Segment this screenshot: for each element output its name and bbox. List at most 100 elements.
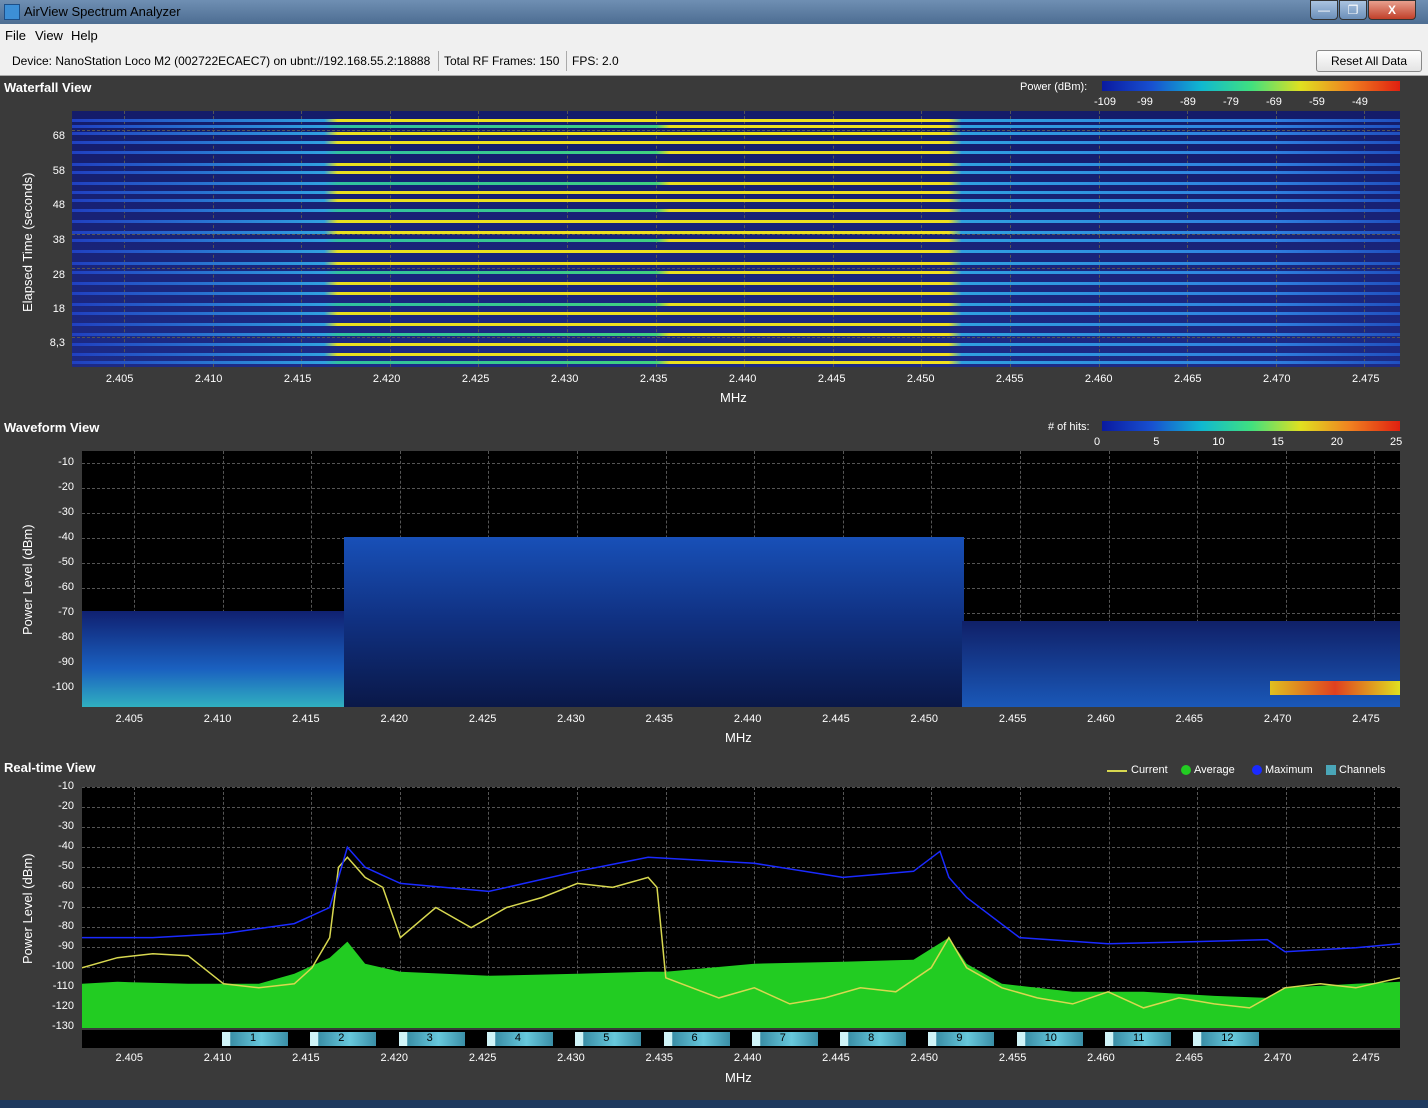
waterfall-band (72, 231, 1400, 234)
channel-block: 12 (1193, 1032, 1260, 1046)
y-tick-label: -30 (58, 506, 74, 518)
x-tick-label: 2.460 (1084, 373, 1113, 385)
x-tick-label: 2.425 (468, 1052, 497, 1064)
window-title: AirView Spectrum Analyzer (24, 4, 181, 19)
y-tick-label: 58 (52, 165, 65, 177)
waterfall-band (72, 312, 1400, 315)
channel-label: 1 (250, 1032, 257, 1044)
channel-block: 8 (840, 1032, 907, 1046)
x-tick-label: 2.450 (906, 373, 935, 385)
waterfall-plot[interactable] (72, 111, 1400, 367)
waveform-title: Waveform View (4, 420, 100, 435)
y-tick-label: 38 (52, 234, 65, 246)
y-tick-label: -40 (58, 840, 74, 852)
hits-scale-bar (1102, 421, 1400, 431)
window-titlebar: AirView Spectrum Analyzer — ❐ X (0, 0, 1428, 24)
menu-view[interactable]: View (35, 28, 63, 43)
close-button[interactable]: X (1368, 0, 1416, 20)
legend-label: Current (1131, 764, 1168, 776)
separator (438, 51, 439, 71)
waterfall-title: Waterfall View (4, 80, 92, 95)
x-tick-label: 2.445 (822, 1052, 850, 1064)
waterfall-band (72, 125, 1400, 128)
grid-line (82, 488, 1400, 489)
x-tick-label: 2.475 (1352, 713, 1380, 725)
channel-label: 6 (691, 1032, 698, 1044)
power-legend-title: Power (dBm): (1020, 81, 1088, 93)
y-tick-label: 28 (52, 269, 65, 281)
x-tick-label: 2.425 (468, 713, 497, 725)
waterfall-band (72, 151, 1400, 154)
y-tick-label: -50 (58, 556, 74, 568)
x-tick-label: 2.445 (817, 373, 846, 385)
realtime-plot[interactable] (82, 787, 1400, 1028)
waveform-x-title: MHz (725, 730, 752, 745)
fps-label: FPS: 2.0 (572, 54, 619, 68)
x-tick-label: 2.405 (115, 713, 143, 725)
waterfall-band (72, 141, 1400, 144)
y-tick-label: -50 (58, 860, 74, 872)
legend-tick: -89 (1180, 96, 1196, 108)
x-tick-label: 2.450 (910, 1052, 939, 1064)
x-tick-label: 2.435 (645, 1052, 674, 1064)
x-tick-label: 2.470 (1263, 1052, 1292, 1064)
channel-strip: 1 2 3 4 5 6 7 8 9 10 11 12 (82, 1030, 1400, 1048)
x-tick-label: 2.410 (203, 1052, 232, 1064)
x-tick-label: 2.415 (283, 373, 312, 385)
channel-label: 5 (603, 1032, 610, 1044)
y-tick-label: -20 (58, 481, 74, 493)
legend-tick: 15 (1271, 436, 1284, 448)
device-info-bar: Device: NanoStation Loco M2 (002722ECAEC… (0, 46, 1428, 76)
y-tick-label: -70 (58, 900, 74, 912)
waterfall-band (72, 220, 1400, 223)
channel-block: 5 (575, 1032, 642, 1046)
x-tick-label: 2.430 (557, 713, 585, 725)
waterfall-band (72, 119, 1400, 122)
channel-block: 4 (486, 1032, 553, 1046)
waterfall-band (72, 209, 1400, 212)
waterfall-band (72, 199, 1400, 202)
channel-block: 2 (310, 1032, 377, 1046)
x-tick-label: 2.455 (995, 373, 1024, 385)
y-tick-label: -30 (58, 820, 74, 832)
waterfall-band (72, 250, 1400, 253)
channel-block: 6 (663, 1032, 730, 1046)
maximize-button[interactable]: ❐ (1339, 0, 1367, 20)
x-tick-label: 2.425 (461, 373, 490, 385)
x-tick-label: 2.420 (372, 373, 401, 385)
x-tick-label: 2.410 (203, 713, 232, 725)
waterfall-band (72, 292, 1400, 295)
x-tick-label: 2.475 (1352, 1052, 1380, 1064)
y-tick-label: 8,3 (49, 337, 65, 349)
minimize-button[interactable]: — (1310, 0, 1338, 20)
legend-tick: -69 (1266, 96, 1282, 108)
x-tick-label: 2.410 (194, 373, 223, 385)
x-tick-label: 2.440 (733, 713, 762, 725)
menu-help[interactable]: Help (71, 28, 98, 43)
waterfall-band (72, 271, 1400, 274)
channel-label: 2 (338, 1032, 345, 1044)
realtime-y-title: Power Level (dBm) (20, 853, 35, 964)
grid-line (82, 513, 1400, 514)
x-tick-label: 2.470 (1263, 713, 1292, 725)
channel-label: 8 (868, 1032, 875, 1044)
waveform-heat (344, 537, 964, 707)
y-tick-label: -120 (51, 1000, 74, 1012)
waveform-plot[interactable] (82, 451, 1400, 707)
x-tick-label: 2.455 (998, 1052, 1027, 1064)
x-tick-label: 2.420 (380, 713, 408, 725)
app-icon (4, 4, 20, 20)
realtime-svg (82, 845, 1400, 1028)
x-tick-label: 2.420 (380, 1052, 408, 1064)
frames-label: Total RF Frames: 150 (444, 54, 560, 68)
reset-all-data-button[interactable]: Reset All Data (1316, 50, 1422, 72)
legend-tick: -59 (1309, 96, 1325, 108)
y-tick-label: 48 (52, 199, 65, 211)
waterfall-band (72, 171, 1400, 174)
x-tick-label: 2.465 (1175, 713, 1204, 725)
y-tick-label: 18 (52, 303, 65, 315)
waveform-heat (82, 611, 347, 707)
menu-file[interactable]: File (5, 28, 26, 43)
realtime-title: Real-time View (4, 760, 96, 775)
waterfall-y-title: Elapsed Time (seconds) (20, 172, 35, 312)
